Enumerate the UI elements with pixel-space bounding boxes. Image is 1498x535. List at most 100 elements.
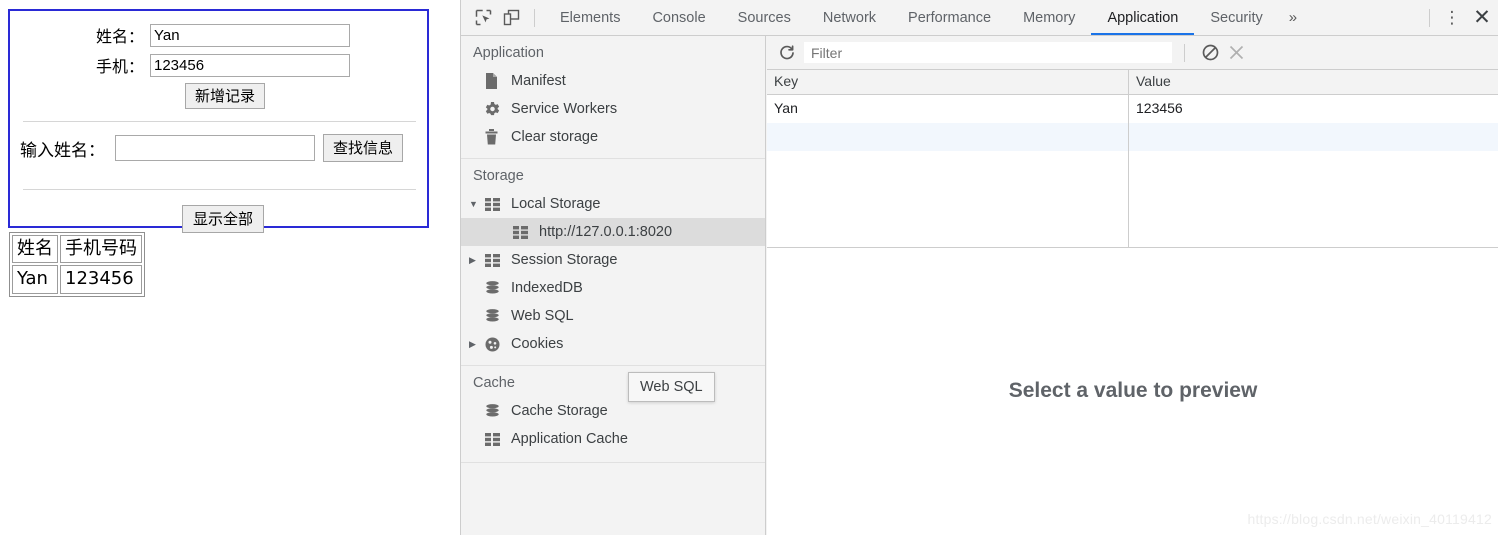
column-header-value[interactable]: Value — [1129, 70, 1498, 94]
document-icon — [485, 73, 507, 89]
section-title-cache: Cache — [473, 375, 515, 391]
table-row[interactable]: Yan 123456 — [767, 95, 1498, 123]
sidebar-item-label: Web SQL — [511, 308, 574, 324]
find-info-button[interactable]: 查找信息 — [323, 134, 404, 162]
sidebar-item-local-storage[interactable]: ▼ Local Storage — [461, 190, 765, 218]
phone-label: 手机： — [95, 57, 144, 76]
tab-application[interactable]: Application — [1091, 0, 1194, 35]
sidebar-item-label: Service Workers — [511, 101, 618, 117]
query-name-input[interactable] — [115, 135, 315, 161]
sidebar-item-indexeddb[interactable]: ▸ IndexedDB — [461, 274, 765, 302]
more-tabs-icon[interactable]: » — [1279, 9, 1307, 26]
tab-performance[interactable]: Performance — [892, 0, 1007, 35]
table-cell-phone: 123456 — [60, 265, 142, 294]
table-cell-name: Yan — [12, 265, 58, 294]
table-empty-key-column — [767, 151, 1129, 247]
sidebar-item-label: IndexedDB — [511, 280, 583, 296]
chevron-right-icon[interactable]: ▶ — [469, 339, 483, 350]
sidebar-item-label: Application Cache — [511, 431, 628, 447]
sidebar-divider-3 — [461, 462, 765, 463]
table-empty-value-column — [1129, 151, 1498, 247]
phone-input[interactable] — [150, 53, 350, 77]
database-icon — [485, 280, 507, 296]
divider-2 — [23, 189, 416, 190]
sidebar-item-label: http://127.0.0.1:8020 — [539, 224, 673, 240]
cell-value[interactable]: 123456 — [1129, 95, 1498, 123]
devtools-panel: Elements Console Sources Network Perform… — [460, 0, 1498, 535]
storage-content-pane: Key Value Yan 123456 Select a value to p — [767, 36, 1498, 535]
filter-input[interactable] — [804, 42, 1172, 63]
cell-value[interactable] — [1129, 123, 1498, 151]
sidebar-item-cookies[interactable]: ▶ Cookies — [461, 330, 765, 358]
sidebar-item-manifest[interactable]: ▸ Manifest — [461, 67, 765, 95]
database-icon — [485, 403, 507, 419]
toolbar-right-group: ⋮ ✕ — [1420, 7, 1498, 28]
contact-form: 姓名： 手机： 新增记录 输入姓名： 查找信息 显示全部 — [8, 9, 429, 233]
tooltip-web-sql: Web SQL — [628, 372, 715, 402]
sidebar-item-label: Manifest — [511, 73, 566, 89]
sidebar-item-web-sql[interactable]: ▸ Web SQL — [461, 302, 765, 330]
toolbar-divider — [534, 8, 535, 27]
device-toolbar-icon[interactable] — [497, 4, 525, 32]
filter-toolbar — [767, 36, 1498, 70]
close-icon[interactable]: ✕ — [1465, 7, 1498, 28]
grid-icon — [513, 225, 535, 239]
screen: 姓名： 手机： 新增记录 输入姓名： 查找信息 显示全部 姓名 手机号 — [0, 0, 1498, 535]
sidebar-item-application-cache[interactable]: ▸ Application Cache — [461, 425, 765, 453]
sidebar-item-label: Cache Storage — [511, 403, 608, 419]
tab-network[interactable]: Network — [807, 0, 892, 35]
storage-table-header: Key Value — [767, 70, 1498, 95]
name-label: 姓名： — [95, 27, 144, 46]
close-icon[interactable] — [1223, 40, 1249, 66]
section-title-storage: Storage — [473, 168, 524, 184]
watermark: https://blog.csdn.net/weixin_40119412 — [1247, 511, 1492, 527]
devtools-sidebar: Application ▸ Manifest ▸ Service Workers… — [461, 36, 766, 535]
chevron-down-icon[interactable]: ▼ — [469, 199, 483, 209]
trash-icon — [485, 129, 507, 145]
sidebar-item-clear-storage[interactable]: ▸ Clear storage — [461, 123, 765, 151]
no-entry-icon[interactable] — [1197, 40, 1223, 66]
inspect-element-icon[interactable] — [469, 4, 497, 32]
phone-row: 手机： — [10, 53, 427, 77]
show-all-button[interactable]: 显示全部 — [182, 205, 265, 233]
preview-placeholder: Select a value to preview — [767, 248, 1498, 533]
column-header-key[interactable]: Key — [767, 70, 1129, 94]
tab-sources[interactable]: Sources — [722, 0, 807, 35]
tab-console[interactable]: Console — [636, 0, 721, 35]
grid-icon — [485, 253, 507, 267]
sidebar-item-cache-storage[interactable]: ▸ Cache Storage — [461, 397, 765, 425]
sidebar-item-label: Clear storage — [511, 129, 599, 145]
sidebar-item-service-workers[interactable]: ▸ Service Workers — [461, 95, 765, 123]
table-header-cell: 手机号码 — [60, 235, 142, 264]
web-page-pane: 姓名： 手机： 新增记录 输入姓名： 查找信息 显示全部 姓名 手机号 — [0, 0, 460, 535]
result-table: 姓名 手机号码 Yan 123456 — [9, 232, 145, 297]
kebab-menu-icon[interactable]: ⋮ — [1439, 9, 1465, 26]
sidebar-item-label: Cookies — [511, 336, 564, 352]
refresh-icon[interactable] — [774, 40, 800, 66]
table-header-cell: 姓名 — [12, 235, 58, 264]
tab-elements[interactable]: Elements — [544, 0, 636, 35]
tab-memory[interactable]: Memory — [1007, 0, 1091, 35]
cookie-icon — [485, 337, 507, 352]
tab-security[interactable]: Security — [1194, 0, 1278, 35]
name-row: 姓名： — [10, 23, 427, 47]
cell-key[interactable]: Yan — [767, 95, 1129, 123]
table-row-empty[interactable] — [767, 123, 1498, 151]
query-label: 输入姓名： — [20, 140, 105, 161]
storage-table: Key Value Yan 123456 — [767, 70, 1498, 248]
divider-1 — [23, 121, 416, 122]
add-record-button[interactable]: 新增记录 — [185, 83, 266, 109]
table-header-row: 姓名 手机号码 — [12, 235, 142, 264]
chevron-right-icon[interactable]: ▶ — [469, 255, 483, 266]
sidebar-item-localhost-origin[interactable]: http://127.0.0.1:8020 — [461, 218, 765, 246]
sidebar-item-session-storage[interactable]: ▶ Session Storage — [461, 246, 765, 274]
cell-key[interactable] — [767, 123, 1129, 151]
sidebar-item-label: Local Storage — [511, 196, 601, 212]
grid-icon — [485, 197, 507, 211]
name-input[interactable] — [150, 23, 350, 47]
section-title-application: Application — [473, 45, 544, 61]
database-icon — [485, 308, 507, 324]
filter-divider — [1184, 43, 1185, 62]
toolbar-divider-2 — [1429, 8, 1430, 27]
devtools-tabstrip: Elements Console Sources Network Perform… — [461, 0, 1498, 36]
